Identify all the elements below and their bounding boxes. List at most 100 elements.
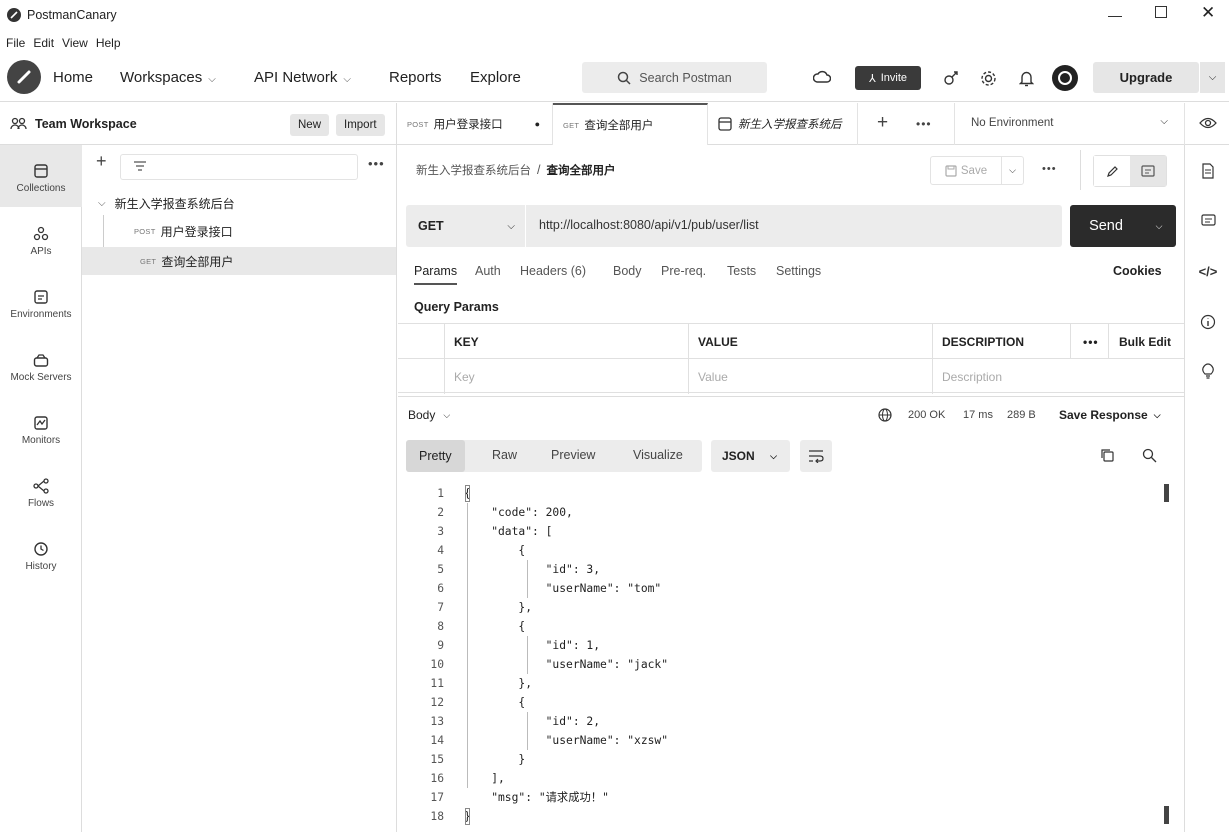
nav-workspaces[interactable]: Workspaces ⌵	[120, 69, 216, 86]
user-avatar[interactable]	[1052, 65, 1078, 91]
upgrade-button[interactable]: Upgrade	[1093, 62, 1199, 93]
line-number: 14	[430, 734, 444, 747]
new-button[interactable]: New	[290, 114, 330, 136]
code-snippet-icon[interactable]: </>	[1198, 261, 1218, 281]
tab-more-icon[interactable]: •••	[916, 117, 932, 131]
menu-edit[interactable]: Edit	[33, 36, 54, 50]
request-item-login[interactable]: POST 用户登录接口	[134, 221, 233, 241]
rail-collections[interactable]: Collections	[0, 145, 82, 207]
tab-headers[interactable]: Headers (6)	[520, 264, 586, 278]
wrap-lines-button[interactable]	[800, 440, 832, 472]
chevron-down-icon: ⌵	[98, 197, 106, 209]
url-input[interactable]: http://localhost:8080/api/v1/pub/user/li…	[539, 218, 759, 232]
cookies-link[interactable]: Cookies	[1113, 264, 1162, 278]
menu-file[interactable]: File	[6, 36, 25, 50]
method-select[interactable]: GET ⌵	[406, 205, 526, 247]
status-code[interactable]: 200 OK	[908, 409, 945, 421]
description-input[interactable]: Description	[932, 359, 1184, 394]
tab-tests[interactable]: Tests	[727, 264, 756, 278]
nav-home[interactable]: Home	[53, 69, 93, 86]
menu-bar: File Edit View Help	[0, 32, 1229, 54]
code-text: ],	[464, 772, 505, 785]
notifications-bell-icon[interactable]	[1015, 67, 1037, 89]
info-icon[interactable]	[1198, 312, 1218, 332]
upgrade-dropdown-button[interactable]: ⌵	[1199, 62, 1225, 93]
format-select[interactable]: JSON ⌵	[711, 440, 790, 472]
view-tab-pretty[interactable]: Pretty	[406, 440, 465, 472]
response-body-code[interactable]: 1 {2 "code": 200, 3 "data": [4 {5 "id": 3,…	[412, 484, 1172, 826]
rail-history[interactable]: History	[0, 523, 82, 585]
more-options-icon[interactable]: •••	[368, 156, 385, 171]
view-tab-preview[interactable]: Preview	[551, 448, 595, 462]
save-dropdown-button[interactable]: ⌵	[1001, 157, 1023, 184]
save-response-button[interactable]: Save Response ⌵	[1059, 408, 1161, 422]
rail-monitors[interactable]: Monitors	[0, 397, 82, 459]
tab-settings[interactable]: Settings	[776, 264, 821, 278]
tab-params[interactable]: Params	[414, 264, 458, 285]
sync-cloud-icon[interactable]	[811, 67, 833, 89]
close-window-button[interactable]: ✕	[1201, 3, 1215, 23]
documentation-icon[interactable]	[1198, 161, 1218, 181]
tab-auth[interactable]: Auth	[475, 264, 501, 278]
menu-view[interactable]: View	[62, 36, 88, 50]
postman-home-logo-icon[interactable]	[7, 60, 41, 94]
workspace-title[interactable]: Team Workspace	[10, 117, 137, 131]
lightbulb-icon[interactable]	[1198, 361, 1218, 381]
params-empty-row: Key Value Description	[398, 358, 1184, 394]
add-collection-icon[interactable]: +	[96, 151, 107, 172]
tab-pre-request[interactable]: Pre-req.	[661, 264, 706, 278]
scrollbar-thumb[interactable]	[1164, 484, 1169, 502]
top-header: Home Workspaces ⌵ API Network ⌵ Reports Ex…	[0, 54, 1229, 102]
new-tab-icon[interactable]: +	[877, 112, 888, 134]
menu-help[interactable]: Help	[96, 36, 121, 50]
save-button[interactable]: Save	[931, 157, 1001, 184]
value-input[interactable]: Value	[688, 359, 932, 394]
import-button[interactable]: Import	[336, 114, 385, 136]
edit-mode-button[interactable]	[1094, 156, 1130, 186]
docs-mode-button[interactable]	[1130, 156, 1166, 186]
query-params-table: KEY VALUE DESCRIPTION ••• Bulk Edit Key …	[398, 323, 1184, 394]
maximize-button[interactable]	[1155, 6, 1167, 18]
rail-label: History	[25, 561, 57, 572]
settings-gear-icon[interactable]	[977, 67, 999, 89]
copy-icon[interactable]	[1100, 448, 1115, 463]
minimize-button[interactable]: —	[1108, 7, 1122, 23]
send-button[interactable]: Send	[1070, 205, 1142, 247]
environment-quick-look-eye-icon[interactable]	[1199, 116, 1217, 130]
search-bar[interactable]: Search Postman	[582, 62, 767, 93]
url-bar: GET ⌵ http://localhost:8080/api/v1/pub/u…	[406, 205, 1062, 247]
bulk-edit-button[interactable]: Bulk Edit	[1108, 324, 1184, 359]
response-time[interactable]: 17 ms	[963, 409, 993, 421]
nav-explore[interactable]: Explore	[470, 69, 521, 86]
filter-input[interactable]	[120, 154, 358, 180]
tab-body[interactable]: Body	[613, 264, 642, 278]
tab-login[interactable]: POST 用户登录接口 ●	[397, 103, 553, 145]
invite-button[interactable]: ⅄ Invite	[855, 66, 921, 90]
rail-apis[interactable]: APIs	[0, 208, 82, 270]
send-dropdown-button[interactable]: ⌵	[1142, 205, 1176, 247]
view-tab-visualize[interactable]: Visualize	[633, 448, 683, 462]
environment-selector[interactable]: No Environment ⌵	[954, 103, 1185, 145]
response-size[interactable]: 289 B	[1007, 409, 1036, 421]
code-text: {	[464, 620, 526, 633]
params-more-icon[interactable]: •••	[1070, 324, 1108, 359]
nav-reports[interactable]: Reports	[389, 69, 442, 86]
response-body-dropdown[interactable]: Body ⌵	[408, 408, 450, 422]
rail-mock-servers[interactable]: Mock Servers	[0, 334, 82, 396]
comments-icon[interactable]	[1198, 211, 1218, 231]
search-response-icon[interactable]	[1142, 448, 1157, 463]
satellite-icon[interactable]	[940, 67, 962, 89]
header-description: DESCRIPTION	[932, 324, 1070, 359]
rail-flows[interactable]: Flows	[0, 460, 82, 522]
nav-api-network[interactable]: API Network ⌵	[254, 69, 351, 86]
tab-collection[interactable]: 新生入学报查系统后	[708, 103, 858, 145]
collection-item[interactable]: ⌵ 新生入学报查系统后台	[98, 193, 235, 213]
tab-list-users[interactable]: GET 查询全部用户	[553, 103, 708, 145]
rail-environments[interactable]: Environments	[0, 271, 82, 333]
line-number: 1	[437, 487, 444, 500]
breadcrumb-parent[interactable]: 新生入学报查系统后台	[416, 162, 531, 178]
view-tab-raw[interactable]: Raw	[492, 448, 517, 462]
request-more-icon[interactable]: •••	[1042, 163, 1057, 175]
request-item-list-users[interactable]: GET 查询全部用户	[140, 251, 233, 271]
key-input[interactable]: Key	[444, 359, 688, 394]
